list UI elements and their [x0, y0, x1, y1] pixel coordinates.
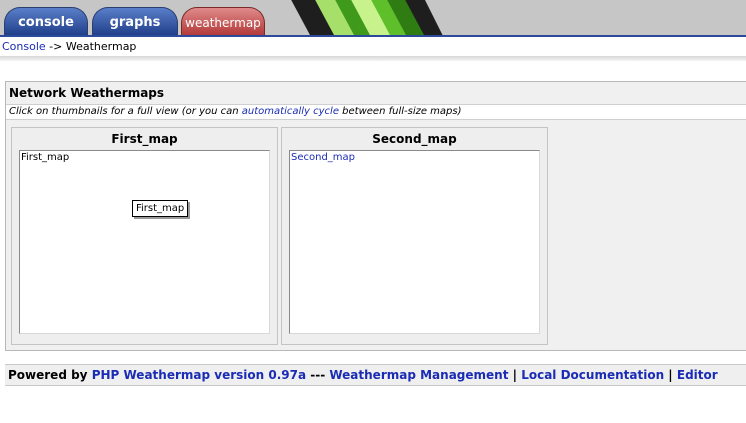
breadcrumb: Console -> Weathermap: [0, 37, 746, 57]
breadcrumb-separator: ->: [45, 40, 66, 53]
decorative-stripes-logo: [291, 0, 443, 35]
tab-graphs[interactable]: graphs: [92, 7, 178, 35]
map-card-first: First_map First_map First_map: [11, 127, 278, 345]
thumbnail-label: Second_map: [291, 152, 356, 163]
editor-link[interactable]: Editor: [677, 368, 718, 382]
page-title: Network Weathermaps: [9, 86, 165, 100]
top-tab-bar: console graphs weathermap: [0, 0, 746, 37]
footer-separator: |: [664, 368, 677, 382]
map-thumbnail-first[interactable]: First_map First_map: [19, 150, 270, 334]
instructions-text-start: Click on thumbnails for a full view (or …: [9, 106, 242, 117]
map-card-title: Second_map: [372, 132, 457, 146]
tab-weathermap[interactable]: weathermap: [181, 7, 265, 35]
map-node: First_map: [132, 200, 189, 217]
map-thumbnail-second[interactable]: Second_map: [289, 150, 540, 334]
weathermap-version-link[interactable]: PHP Weathermap version 0.97a: [92, 368, 306, 382]
footer-separator: |: [508, 368, 522, 382]
thumbnail-label: First_map: [21, 152, 70, 163]
weathermaps-panel: Network Weathermaps Click on thumbnails …: [5, 81, 746, 351]
footer-separator: ---: [306, 368, 330, 382]
cycle-maps-link[interactable]: automatically cycle: [242, 106, 339, 117]
panel-instructions: Click on thumbnails for a full view (or …: [6, 104, 746, 120]
footer-prefix: Powered by: [8, 368, 92, 382]
breadcrumb-console-link[interactable]: Console: [2, 40, 46, 53]
breadcrumb-current: Weathermap: [65, 40, 137, 53]
header-divider: [0, 56, 746, 61]
footer: Powered by PHP Weathermap version 0.97a …: [5, 364, 746, 386]
instructions-text-end: between full-size maps): [338, 106, 462, 117]
weathermap-management-link[interactable]: Weathermap Management: [329, 368, 508, 382]
map-card-title: First_map: [111, 132, 178, 146]
local-documentation-link[interactable]: Local Documentation: [521, 368, 664, 382]
map-card-second: Second_map Second_map: [281, 127, 548, 345]
tab-console[interactable]: console: [4, 7, 88, 35]
